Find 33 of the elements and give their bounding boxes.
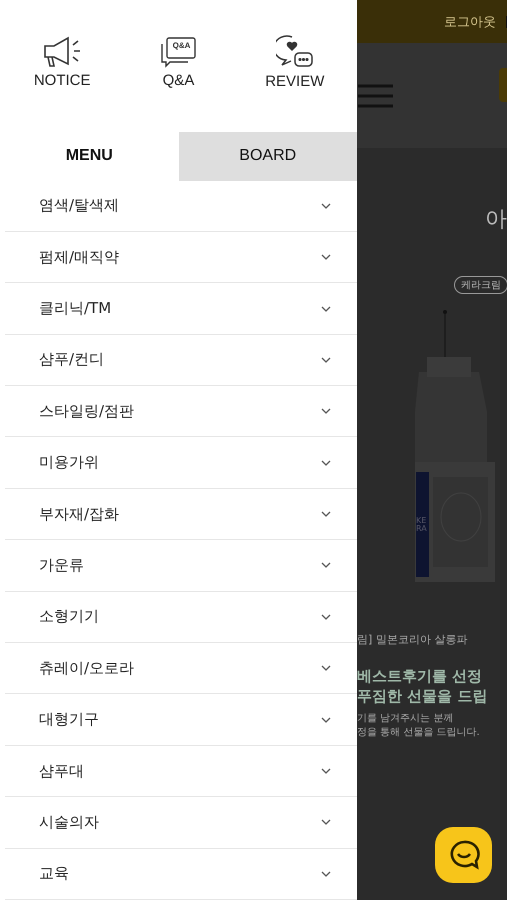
product-tag: 케라크림 <box>454 276 507 294</box>
chevron-down-icon <box>321 614 331 620</box>
product-label: KERA <box>416 472 429 577</box>
chevron-down-icon <box>321 202 331 209</box>
event-headline: 베스트후기를 선정 <box>357 667 484 686</box>
menu-icon[interactable] <box>358 84 393 108</box>
chevron-down-icon <box>321 408 331 414</box>
heart-chat-icon <box>276 34 314 69</box>
chat-icon <box>448 839 480 871</box>
megaphone-icon <box>42 36 82 68</box>
event-title: 림] 밀본코리아 살롱파 <box>357 632 468 647</box>
drawer-tab[interactable]: BOARD <box>178 132 357 181</box>
chevron-down-icon <box>321 460 331 466</box>
chevron-down-icon <box>321 356 331 363</box>
event-headline: 푸짐한 선물을 드립 <box>357 686 488 706</box>
event-note: 정을 통해 선물을 드립니다. <box>357 726 481 740</box>
chevron-down-icon <box>321 562 331 568</box>
chevron-down-icon <box>321 511 331 518</box>
chevron-down-icon <box>321 716 331 723</box>
logout-link[interactable]: 로그아웃 <box>444 12 496 30</box>
shortcut-link[interactable]: NOTICE <box>12 36 112 89</box>
shortcut-link[interactable]: REVIEW <box>244 34 345 90</box>
chevron-down-icon <box>321 665 331 672</box>
chevron-down-icon <box>321 768 331 774</box>
chevron-down-icon <box>321 870 331 877</box>
chevron-down-icon <box>321 819 331 826</box>
event-note: 기를 남겨주시는 분께 <box>357 712 454 726</box>
shortcut-link[interactable]: Q&A Q&A <box>128 36 228 89</box>
chevron-down-icon <box>321 306 331 312</box>
chat-button[interactable] <box>435 827 492 883</box>
header-tab[interactable] <box>499 68 507 102</box>
section-heading: 아 <box>485 206 507 234</box>
chevron-down-icon <box>321 254 331 260</box>
